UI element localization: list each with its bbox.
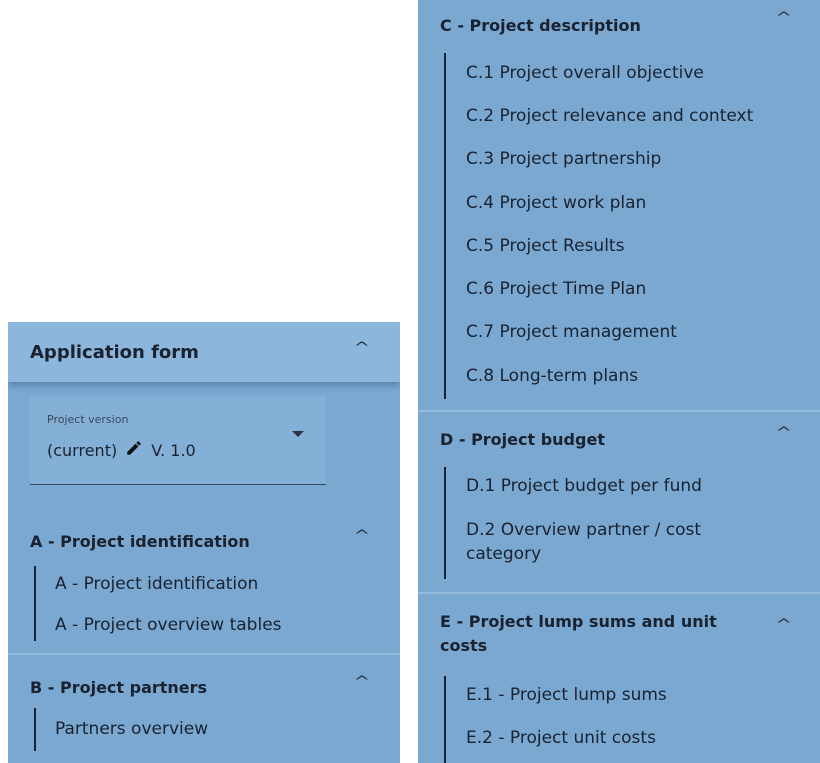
chevron-up-icon[interactable]: ^ <box>776 617 792 633</box>
project-version-label: Project version <box>47 413 129 426</box>
nav-item-partners-overview[interactable]: Partners overview <box>55 719 208 739</box>
nav-item-c1[interactable]: C.1 Project overall objective <box>466 63 704 83</box>
section-b-tree-line <box>34 708 36 751</box>
right-navigation-panel: C - Project description ^ C.1 Project ov… <box>418 0 820 763</box>
application-form-title: Application form <box>30 342 199 363</box>
version-current-text: (current) <box>47 440 118 460</box>
section-d-tree-line <box>444 467 446 579</box>
nav-item-e2[interactable]: E.2 - Project unit costs <box>466 728 656 748</box>
chevron-up-icon[interactable]: ^ <box>354 528 370 544</box>
pencil-icon <box>125 439 143 461</box>
chevron-up-icon[interactable]: ^ <box>354 674 370 690</box>
nav-item-c5[interactable]: C.5 Project Results <box>466 236 624 256</box>
nav-item-e1[interactable]: E.1 - Project lump sums <box>466 685 667 705</box>
section-a-tree-line <box>34 566 36 641</box>
application-form-header[interactable]: Application form ^ <box>8 322 400 382</box>
nav-item-c4[interactable]: C.4 Project work plan <box>466 193 646 213</box>
chevron-up-icon[interactable]: ^ <box>776 425 792 441</box>
nav-item-c3[interactable]: C.3 Project partnership <box>466 149 661 169</box>
project-version-select[interactable]: Project version (current) V. 1.0 <box>30 396 326 485</box>
nav-item-c2[interactable]: C.2 Project relevance and context <box>466 106 753 126</box>
nav-item-c6[interactable]: C.6 Project Time Plan <box>466 279 646 299</box>
section-divider <box>418 592 820 594</box>
nav-item-c7[interactable]: C.7 Project management <box>466 322 677 342</box>
project-version-value: (current) V. 1.0 <box>47 439 196 461</box>
section-d-title[interactable]: D - Project budget <box>440 430 605 449</box>
chevron-up-icon[interactable]: ^ <box>354 340 370 356</box>
left-navigation-panel: Application form ^ Project version (curr… <box>8 322 400 763</box>
nav-item-d2[interactable]: D.2 Overview partner / cost category <box>466 518 766 566</box>
section-e-tree-line <box>444 676 446 763</box>
section-b-title[interactable]: B - Project partners <box>30 678 207 697</box>
nav-item-d1[interactable]: D.1 Project budget per fund <box>466 476 702 496</box>
version-number-text: V. 1.0 <box>151 440 196 460</box>
nav-item-project-overview-tables[interactable]: A - Project overview tables <box>55 615 282 635</box>
section-e-title[interactable]: E - Project lump sums and unit costs <box>440 610 760 658</box>
section-c-title[interactable]: C - Project description <box>440 16 641 35</box>
nav-item-project-identification[interactable]: A - Project identification <box>55 574 258 594</box>
section-divider <box>8 653 400 655</box>
section-a-title[interactable]: A - Project identification <box>30 532 250 551</box>
nav-item-c8[interactable]: C.8 Long-term plans <box>466 366 638 386</box>
section-c-tree-line <box>444 53 446 399</box>
chevron-up-icon[interactable]: ^ <box>776 10 792 26</box>
caret-down-icon[interactable] <box>292 431 304 437</box>
section-divider <box>418 410 820 412</box>
